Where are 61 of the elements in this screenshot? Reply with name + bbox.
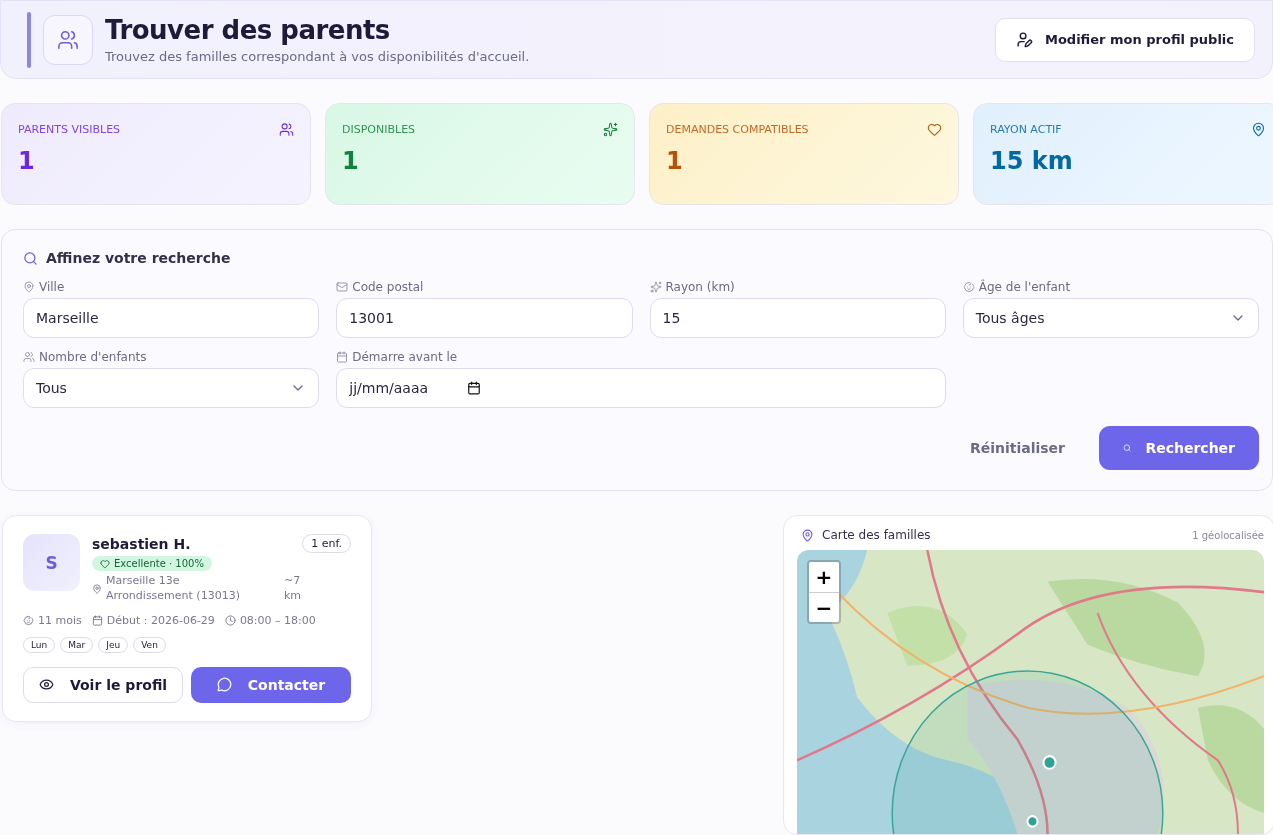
field-label: Démarre avant le [352,350,458,364]
stat-value: 1 [342,147,359,175]
field-label: Nombre d'enfants [39,350,147,364]
field-label: Âge de l'enfant [978,280,1071,294]
field-label: Ville [39,280,65,294]
reset-button[interactable]: Réinitialiser [963,439,1071,457]
people-icon [279,122,294,137]
start-date: Début : 2026-06-29 [106,613,215,627]
field-label: Rayon (km) [665,280,735,294]
match-badge: Excellente · 100% [92,556,212,571]
zoom-in-button[interactable]: + [809,562,839,592]
people-icon [23,351,35,363]
text-field[interactable]: 13001 [336,298,633,338]
speech-bubble-icon [216,677,232,693]
edit-profile-button[interactable]: Modifier mon profil public [994,17,1255,62]
select-field[interactable]: Tous âges [962,298,1259,338]
calendar-icon [467,381,482,395]
filter-title: Affinez votre recherche [46,250,231,266]
sparkle-icon [649,281,662,293]
page-subtitle: Trouvez des familles correspondant à vos disponibilités d'accueil. [105,49,531,64]
location-text: Marseille 13e Arrondissement (13013) [106,574,241,604]
stat-label: RAYON ACTIF [990,123,1062,136]
stat-label: DISPONIBLES [342,123,416,136]
baby-face-icon [962,281,975,293]
user-pen-icon [1015,31,1033,48]
map-pin-icon [92,583,102,594]
contact-button[interactable]: Contacter [191,666,351,703]
distance-text: ~7 km [284,574,303,604]
page-title: Trouver des parents [105,15,391,45]
search-button[interactable]: Rechercher [1099,426,1259,470]
people-icon [57,28,79,51]
stat-label: PARENTS VISIBLES [18,123,121,136]
calendar-icon [336,351,349,363]
text-field[interactable]: Marseille [23,298,320,338]
parent-name: sebastien H. [92,535,191,552]
map-count: 1 géolocalisée [1192,529,1264,541]
search-icon [23,250,38,266]
baby-face-icon [23,614,34,626]
view-profile-button[interactable]: Voir le profil [23,666,183,703]
date-field[interactable]: jj/mm/aaaa [336,368,946,408]
stat-label: DEMANDES COMPATIBLES [666,123,809,136]
stat-value: 1 [18,147,35,175]
clock-icon [224,614,236,626]
map-pin-icon [801,528,814,542]
child-age: 11 mois [38,613,82,627]
text-field[interactable]: 15 [649,298,946,338]
calendar-icon [91,614,103,626]
eye-icon [38,677,54,693]
map-title: Carte des familles [822,528,931,542]
map-pin-icon [23,281,35,293]
stat-value: 1 [666,147,683,175]
sparkle-icon [603,122,618,137]
stat-value: 15 km [990,147,1073,175]
select-field[interactable]: Tous [23,368,320,408]
zoom-out-button[interactable]: − [809,592,839,622]
avatar: S [23,534,80,591]
envelope-icon [336,281,349,293]
heart-icon [927,122,942,137]
hours-text: 08:00 – 18:00 [239,613,316,627]
map-pin-icon [1251,122,1266,137]
field-label: Code postal [352,280,424,294]
